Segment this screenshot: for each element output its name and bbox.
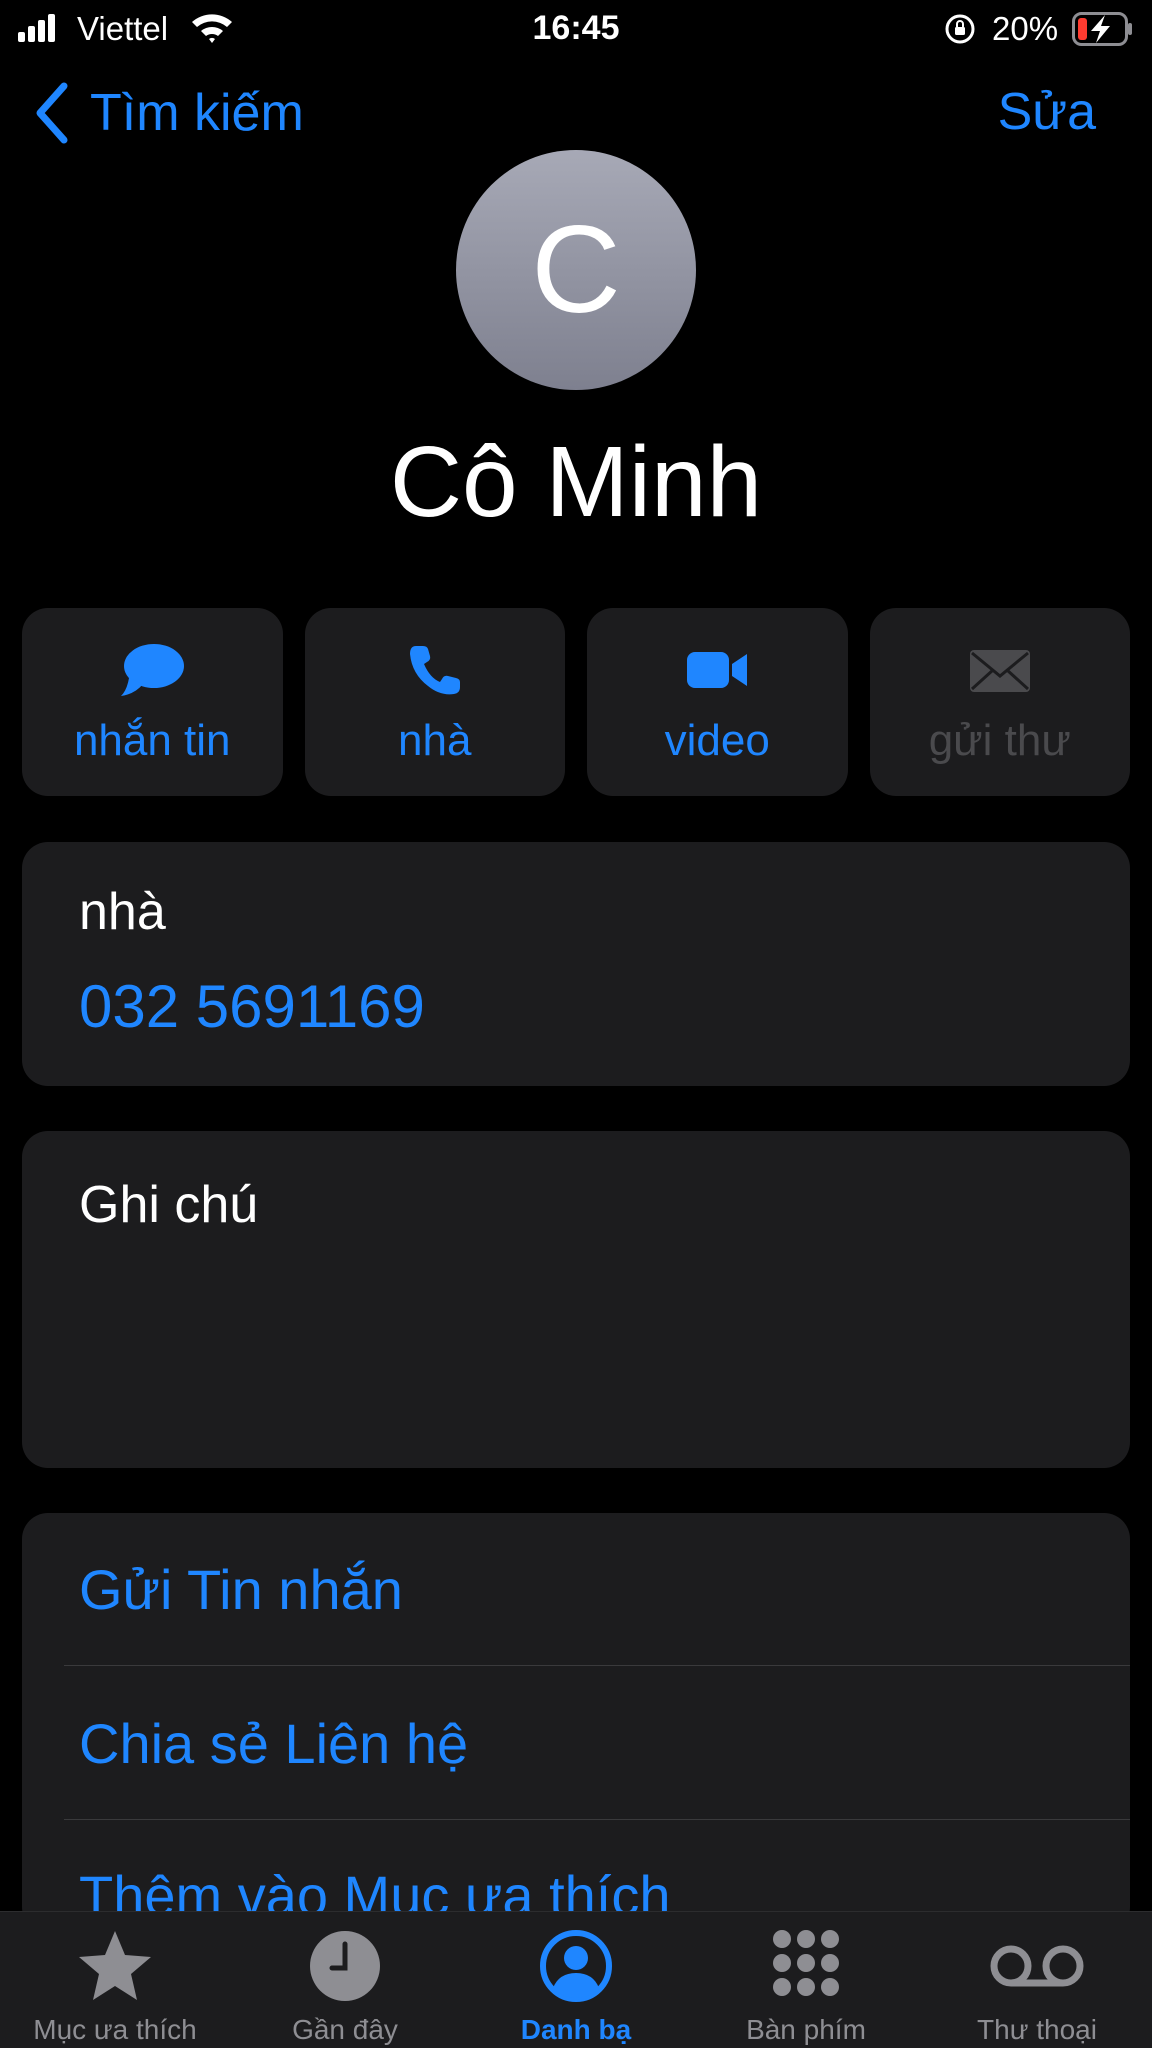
tab-bar: Mục ưa thích Gần đây Danh bạ Bàn phím Th… bbox=[0, 1911, 1152, 2048]
status-bar: Viettel 16:45 20% bbox=[0, 0, 1152, 58]
back-label: Tìm kiếm bbox=[90, 84, 304, 142]
tab-contacts-label: Danh bạ bbox=[520, 2014, 632, 2045]
call-action-button[interactable]: nhà bbox=[304, 608, 565, 796]
notes-label: Ghi chú bbox=[79, 1176, 259, 1234]
clock-icon bbox=[310, 1931, 380, 2001]
contact-name: Cô Minh bbox=[389, 426, 763, 538]
message-icon bbox=[121, 644, 185, 696]
video-action-button[interactable]: video bbox=[587, 608, 848, 796]
phone-icon bbox=[409, 646, 460, 695]
voicemail-icon bbox=[990, 1945, 1084, 1987]
phone-type-label: nhà bbox=[79, 883, 166, 941]
divider bbox=[64, 1665, 1130, 1666]
battery-percent: 20% bbox=[992, 10, 1059, 47]
edit-button[interactable]: Sửa bbox=[998, 82, 1096, 142]
keypad-icon bbox=[773, 1930, 839, 1996]
chevron-left-icon bbox=[36, 82, 68, 144]
quick-actions: nhắn tin nhà video gửi thư bbox=[22, 608, 1130, 796]
share-contact-link[interactable]: Chia sẻ Liên hệ bbox=[79, 1711, 1130, 1776]
video-action-label: video bbox=[664, 716, 770, 765]
phone-number-card[interactable]: nhà 032 5691169 bbox=[22, 842, 1130, 1086]
star-icon bbox=[79, 1931, 151, 2000]
tab-keypad-label: Bàn phím bbox=[746, 2014, 866, 2045]
contact-actions-list: Gửi Tin nhắn Chia sẻ Liên hệ Thêm vào Mụ… bbox=[22, 1513, 1130, 1933]
phone-number[interactable]: 032 5691169 bbox=[79, 972, 425, 1041]
avatar: C bbox=[456, 150, 696, 390]
tab-recents[interactable]: Gần đây bbox=[230, 1912, 460, 2048]
message-action-button[interactable]: nhắn tin bbox=[22, 608, 283, 796]
tab-voicemail[interactable]: Thư thoại bbox=[922, 1912, 1152, 2048]
mail-action-button[interactable]: gửi thư bbox=[869, 608, 1130, 796]
battery-charging-icon bbox=[1072, 12, 1132, 46]
tab-favorites[interactable]: Mục ưa thích bbox=[0, 1912, 230, 2048]
back-button[interactable]: Tìm kiếm bbox=[34, 78, 304, 148]
tab-favorites-label: Mục ưa thích bbox=[33, 2014, 197, 2045]
contacts-icon bbox=[540, 1930, 612, 2002]
mail-icon bbox=[969, 650, 1030, 692]
call-action-label: nhà bbox=[398, 716, 472, 765]
rotation-lock-icon bbox=[945, 14, 975, 44]
message-action-label: nhắn tin bbox=[73, 716, 231, 765]
send-message-link[interactable]: Gửi Tin nhắn bbox=[79, 1557, 1130, 1622]
tab-keypad[interactable]: Bàn phím bbox=[691, 1912, 921, 2048]
tab-voicemail-label: Thư thoại bbox=[977, 2014, 1097, 2045]
notes-card[interactable]: Ghi chú bbox=[22, 1131, 1130, 1468]
tab-contacts[interactable]: Danh bạ bbox=[461, 1912, 691, 2048]
video-icon bbox=[687, 652, 748, 688]
mail-action-label: gửi thư bbox=[928, 716, 1071, 765]
status-time: 16:45 bbox=[532, 9, 620, 47]
divider bbox=[64, 1819, 1130, 1820]
tab-recents-label: Gần đây bbox=[292, 2014, 398, 2045]
